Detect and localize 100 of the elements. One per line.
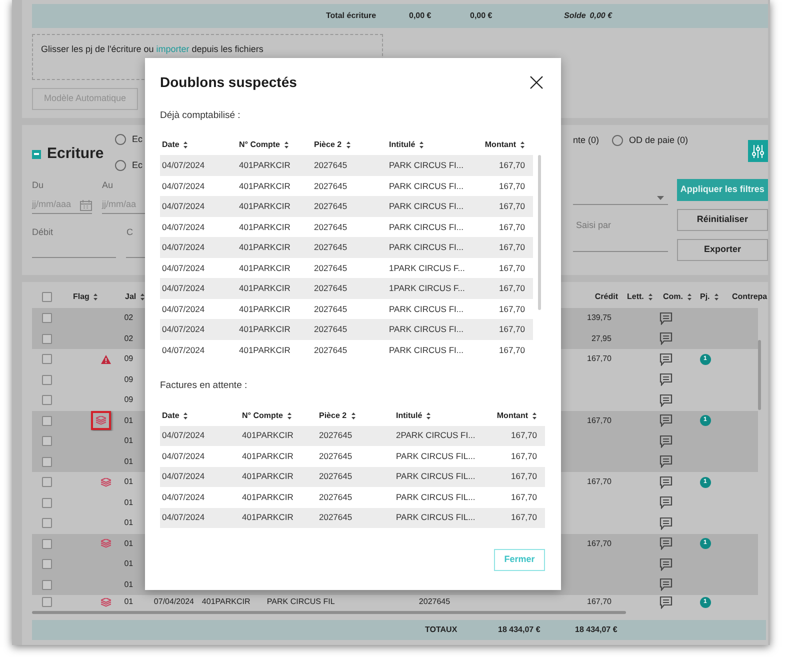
sort-icon[interactable] [520,141,525,150]
row-checkbox[interactable] [42,354,52,364]
duplicate-row[interactable]: 04/07/2024 401PARKCIR 2027645 PARK CIRCUS FI... 167,70 [160,237,533,258]
comment-icon[interactable] [659,414,674,428]
row-checkbox[interactable] [42,374,52,385]
column-header: Date [162,410,180,422]
duplicate-row[interactable]: 04/07/2024 401PARKCIR 2027645 PARK CIRCUS FIL... 167,70 [160,508,545,528]
table-cell: PARK CIRCUS FIL... [396,470,473,484]
radio-button[interactable] [115,160,126,171]
column-header: N° Compte [239,139,280,152]
sort-icon[interactable] [346,141,351,150]
sort-icon[interactable] [284,141,289,150]
duplicate-row[interactable]: 04/07/2024 401PARKCIR 2027645 1PARK CIRCUS F... 167,70 [160,278,533,299]
row-checkbox[interactable] [42,580,52,590]
table-cell-text: 401PARKCIR [239,262,292,274]
comment-icon[interactable] [659,352,674,366]
row-checkbox[interactable] [42,334,52,344]
credit-total: 0,00 € [470,10,494,22]
table-cell: PARK CIRCUS FIL... [396,450,473,463]
comment-icon[interactable] [659,332,674,346]
row-checkbox[interactable] [42,477,52,488]
comment-icon[interactable] [659,455,674,468]
table-cell-text: 2027645 [314,180,348,192]
row-checkbox[interactable] [42,538,52,549]
table-cell-text: 2027645 [314,200,348,213]
row-checkbox[interactable] [42,518,52,528]
table-cell-text: 2027645 [319,490,354,504]
row-checkbox[interactable] [42,597,52,607]
journal-code: 09 [124,374,134,384]
comment-icon[interactable] [659,596,674,608]
column-header: N° Compte [242,410,283,422]
row-checkbox[interactable] [42,559,52,570]
comment-icon[interactable] [659,516,674,530]
comment-icon[interactable] [659,558,674,571]
entry-label: PARK CIRCUS FIL [266,596,336,608]
comment-icon[interactable] [659,373,674,386]
row-checkbox[interactable] [42,292,52,302]
sort-icon[interactable] [183,141,188,150]
table-cell-text: 401PARKCIR [242,470,294,484]
duplicate-row[interactable]: 04/07/2024 401PARKCIR 2027645 PARK CIRCUS FIL... 167,70 [160,466,545,487]
comment-icon[interactable] [659,496,674,510]
table-cell: PARK CIRCUS FI... [389,200,464,213]
duplicate-row[interactable]: 04/07/2024 401PARKCIR 2027645 PARK CIRCUS FI... 167,70 [160,319,533,340]
table-cell-text: 04/07/2024 [162,159,206,172]
sort-icon[interactable] [714,293,719,301]
row-checkbox[interactable] [42,498,52,508]
radio-button[interactable] [115,134,126,146]
credit-total: 18 434,07 € [575,624,618,636]
sort-icon[interactable] [687,293,692,301]
sort-icon[interactable] [183,412,188,420]
table-cell-text: 2027645 [314,159,348,172]
collapse-icon[interactable] [32,150,41,158]
row-checkbox[interactable] [42,456,52,467]
radio-button[interactable] [612,135,624,146]
horizontal-scrollbar[interactable] [32,611,626,614]
comment-icon[interactable] [659,394,674,407]
vertical-scrollbar[interactable] [758,340,761,410]
comment-icon[interactable] [659,434,674,448]
table-cell-text: 401PARKCIR [239,302,292,316]
comment-icon[interactable] [659,578,674,592]
comment-icon[interactable] [659,312,674,325]
table-cell-text: 401PARKCIR [242,429,294,442]
row-checkbox[interactable] [42,395,52,406]
comment-icon[interactable] [659,537,674,550]
comment-icon[interactable] [659,476,674,489]
piece-number: 2027645 [418,596,450,608]
duplicate-row[interactable]: 04/07/2024 401PARKCIR 2027645 2PARK CIRCUS FI... 167,70 [160,426,545,446]
column-header: Intitulé [396,410,422,422]
table-cell-text: 401PARKCIR [242,490,294,504]
row-checkbox[interactable] [42,436,52,446]
sort-icon[interactable] [93,293,98,301]
table-cell-text: 167,70 [498,241,526,254]
table-scrollbar[interactable] [538,155,541,310]
table-cell-text: 401PARKCIR [239,241,292,254]
sort-icon[interactable] [286,412,292,420]
radio-label: OD de paie (0) [629,134,688,147]
duplicate-row[interactable]: 04/07/2024 401PARKCIR 2027645 PARK CIRCUS FI... 167,70 [160,196,533,217]
duplicate-row[interactable]: 04/07/2024 401PARKCIR 2027645 PARK CIRCUS FI... 167,70 [160,155,533,176]
sort-icon[interactable] [426,412,432,420]
caret-icon [656,196,664,200]
table-cell-text: 167,70 [498,220,526,234]
action-button[interactable]: Réinitialiser [676,209,768,231]
sort-icon[interactable] [532,412,537,420]
table-cell-text: 167,70 [498,282,526,295]
filter-settings-icon[interactable] [748,140,768,162]
field-label: Au [102,179,114,192]
entry-date: 07/04/2024 [154,596,195,608]
table-cell-text: 04/07/2024 [162,220,206,234]
sort-icon[interactable] [648,293,653,301]
action-button[interactable]: Exporter [676,239,768,261]
table-cell: 1PARK CIRCUS F... [389,262,464,274]
table-cell-text: 04/07/2024 [162,490,206,504]
row-checkbox[interactable] [42,416,52,426]
journal-code: 01 [124,477,134,486]
sort-icon[interactable] [419,141,424,150]
close-icon[interactable] [530,76,543,88]
row-checkbox[interactable] [42,313,52,324]
table-cell-text: 2027645 [314,262,348,274]
sort-icon[interactable] [350,412,356,420]
credit-amount: 139,75 [587,312,612,324]
